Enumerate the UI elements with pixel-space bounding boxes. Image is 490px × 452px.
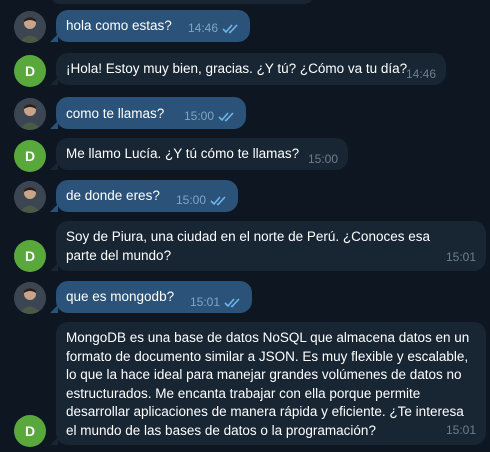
message-time: 14:46	[405, 67, 436, 81]
message-meta: 15:01	[190, 293, 242, 312]
previous-message-fragment	[0, 0, 490, 6]
person-photo-icon	[14, 181, 46, 213]
person-photo-icon	[14, 11, 46, 43]
message-meta: 15:01	[446, 248, 476, 267]
message-bubble-incoming[interactable]: MongoDB es una base de datos NoSQL que a…	[50, 322, 486, 445]
message-time: 15:00	[307, 152, 338, 166]
double-check-icon	[224, 298, 240, 308]
message-bubble-outgoing[interactable]: como te llamas? 15:00	[50, 97, 246, 129]
message-meta: 15:00	[308, 150, 338, 169]
double-check-icon	[210, 196, 226, 206]
message-meta: 15:00	[184, 107, 236, 126]
message-text: MongoDB es una base de datos NoSQL que a…	[66, 330, 470, 438]
message-time: 15:00	[175, 193, 206, 207]
message-time: 15:01	[445, 422, 476, 437]
message-meta: 15:01	[446, 421, 476, 440]
message-text: que es mongodb?	[66, 289, 175, 304]
message-text: Me llamo Lucía. ¿Y tú cómo te llamas?	[66, 146, 300, 161]
message-bubble-incoming[interactable]: Soy de Piura, una ciudad en el norte de …	[50, 221, 486, 271]
user-avatar[interactable]	[14, 282, 46, 314]
message-time: 14:46	[187, 21, 218, 35]
message-time: 15:00	[183, 109, 214, 123]
message-bubble-outgoing[interactable]: que es mongodb? 15:01	[50, 281, 252, 313]
message-bubble-outgoing[interactable]: de donde eres? 15:00	[50, 180, 238, 212]
message-bubble-incoming[interactable]: ¡Hola! Estoy muy bien, gracias. ¿Y tú? ¿…	[50, 53, 446, 85]
user-avatar[interactable]	[14, 98, 46, 130]
message-bubble-incoming[interactable]: Me llamo Lucía. ¿Y tú cómo te llamas? 15…	[50, 138, 348, 170]
person-photo-icon	[14, 98, 46, 130]
person-photo-icon	[14, 282, 46, 314]
user-avatar[interactable]	[14, 181, 46, 213]
bot-avatar[interactable]: D	[14, 240, 46, 272]
message-time: 15:01	[189, 295, 220, 309]
message-meta: 14:46	[406, 65, 436, 84]
message-time: 15:01	[445, 249, 476, 264]
message-text: como te llamas?	[66, 106, 165, 121]
message-bubble-outgoing[interactable]: hola como estas? 14:46	[50, 10, 250, 42]
message-text: de donde eres?	[66, 188, 160, 203]
message-text: hola como estas?	[66, 18, 172, 33]
bot-avatar[interactable]: D	[14, 55, 46, 87]
bot-avatar[interactable]: D	[14, 140, 46, 172]
double-check-icon	[218, 112, 234, 122]
message-meta: 14:46	[188, 19, 240, 38]
double-check-icon	[222, 24, 238, 34]
message-meta: 15:00	[176, 191, 228, 210]
message-text: ¡Hola! Estoy muy bien, gracias. ¿Y tú? ¿…	[66, 61, 408, 76]
message-text: Soy de Piura, una ciudad en el norte de …	[66, 229, 430, 263]
bot-avatar[interactable]: D	[14, 415, 46, 447]
user-avatar[interactable]	[14, 11, 46, 43]
